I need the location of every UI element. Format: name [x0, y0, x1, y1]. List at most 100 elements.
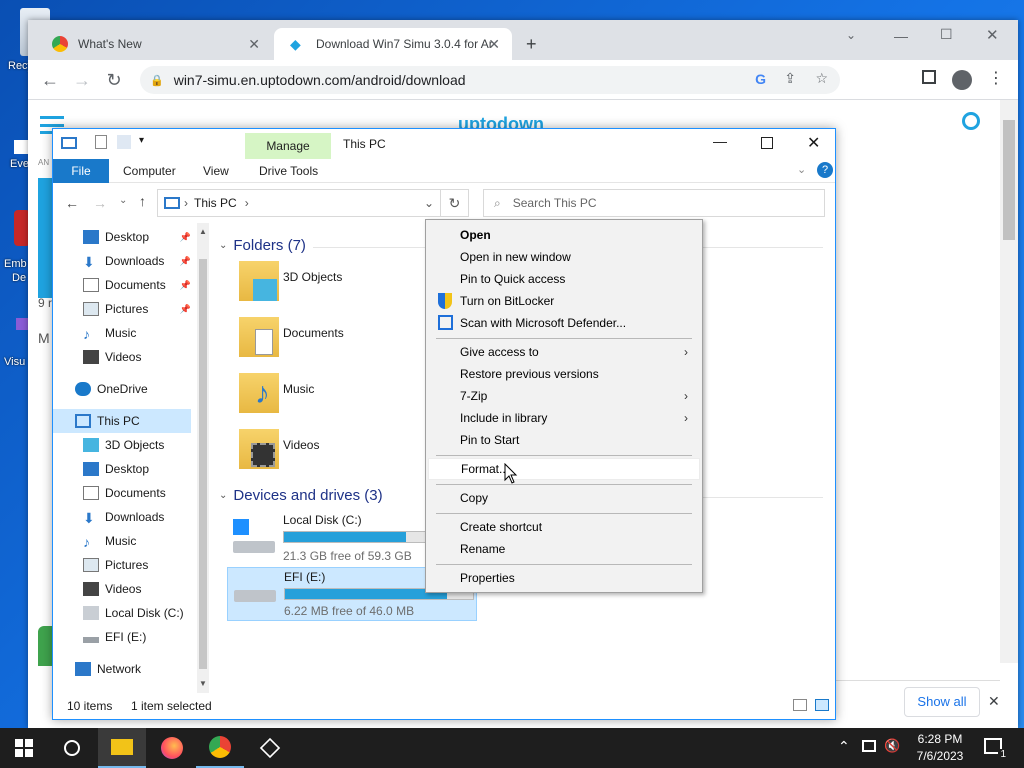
forward-icon[interactable]: →: [93, 195, 107, 211]
nav-item-downloads[interactable]: ⬇ Downloads 📌: [83, 249, 193, 273]
profile-avatar[interactable]: [952, 70, 972, 90]
volume-muted-icon[interactable]: 🔇: [884, 738, 900, 754]
qat-dropdown-icon[interactable]: ▾: [139, 135, 144, 146]
tab-drive-tools[interactable]: Drive Tools: [259, 159, 318, 183]
folder-label[interactable]: Documents: [283, 326, 344, 340]
close-window-icon[interactable]: ✕: [807, 133, 820, 153]
chevron-down-icon[interactable]: ⌄: [219, 240, 227, 251]
tab-whats-new[interactable]: What's New ✕: [36, 28, 272, 60]
menu-item-rename[interactable]: Rename: [428, 538, 700, 560]
new-folder-icon[interactable]: [117, 135, 131, 149]
folder-videos-icon[interactable]: [239, 429, 279, 469]
nav-item-music[interactable]: ♪ Music: [83, 321, 193, 345]
menu-kebab-icon[interactable]: ⋮: [988, 68, 1004, 88]
devices-group-header[interactable]: ⌄ Devices and drives (3): [219, 487, 383, 504]
maximize-icon[interactable]: [761, 137, 773, 149]
nav-item-pictures[interactable]: Pictures 📌: [83, 297, 193, 321]
nav-item-videos-pc[interactable]: Videos: [83, 577, 193, 601]
tab-computer[interactable]: Computer: [123, 159, 176, 183]
google-icon[interactable]: G: [755, 71, 766, 87]
nav-item-local-disk[interactable]: Local Disk (C:): [83, 601, 193, 625]
folder-label[interactable]: Music: [283, 382, 314, 396]
menu-item-pin-quick-access[interactable]: Pin to Quick access: [428, 268, 700, 290]
address-dropdown-icon[interactable]: ⌄: [424, 196, 434, 210]
tab-search-icon[interactable]: ⌄: [846, 28, 856, 42]
tab-uptodown[interactable]: ◆ Download Win7 Simu 3.0.4 for An ✕: [274, 28, 512, 60]
back-icon[interactable]: ←: [65, 195, 79, 211]
nav-item-documents[interactable]: Documents 📌: [83, 273, 193, 297]
tab-file[interactable]: File: [53, 159, 109, 183]
menu-item-defender-scan[interactable]: Scan with Microsoft Defender...: [428, 312, 700, 334]
nav-item-onedrive[interactable]: OneDrive: [75, 377, 193, 401]
folder-music-icon[interactable]: ♪: [239, 373, 279, 413]
breadcrumb[interactable]: This PC: [194, 196, 237, 210]
folder-documents-icon[interactable]: [239, 317, 279, 357]
pin-icon[interactable]: 📌: [180, 280, 191, 291]
nav-item-network[interactable]: Network: [75, 657, 193, 681]
address-bar[interactable]: 🔒 win7-simu.en.uptodown.com/android/down…: [140, 66, 840, 94]
tab-view[interactable]: View: [203, 159, 229, 183]
close-tab-icon[interactable]: ✕: [248, 36, 260, 53]
nav-item-efi[interactable]: EFI (E:): [83, 625, 193, 649]
nav-item-this-pc[interactable]: This PC: [53, 409, 191, 433]
pin-icon[interactable]: 📌: [180, 256, 191, 267]
help-icon[interactable]: ?: [817, 162, 833, 178]
new-tab-icon[interactable]: +: [526, 34, 537, 55]
pin-icon[interactable]: 📌: [180, 232, 191, 243]
taskbar-firefox[interactable]: [148, 728, 196, 768]
address-box[interactable]: › This PC › ⌄: [157, 189, 441, 217]
start-button[interactable]: [0, 728, 48, 768]
menu-item-format[interactable]: Format...: [428, 458, 700, 480]
taskbar-chrome[interactable]: [196, 728, 244, 768]
maximize-icon[interactable]: ☐: [940, 26, 953, 43]
close-download-bar-icon[interactable]: ✕: [988, 693, 1000, 710]
minimize-icon[interactable]: —: [713, 133, 727, 149]
recent-locations-icon[interactable]: ⌄: [119, 195, 127, 206]
folder-label[interactable]: Videos: [283, 438, 319, 452]
menu-item-open[interactable]: Open: [428, 224, 700, 246]
reload-icon[interactable]: ↻: [104, 70, 124, 90]
bookmark-star-icon[interactable]: ☆: [815, 70, 828, 87]
nav-item-documents-pc[interactable]: Documents: [83, 481, 193, 505]
folder-label[interactable]: 3D Objects: [283, 270, 342, 284]
folder-3d-objects-icon[interactable]: [239, 261, 279, 301]
nav-item-music-pc[interactable]: ♪ Music: [83, 529, 193, 553]
visual-studio-icon[interactable]: [16, 318, 28, 330]
pin-icon[interactable]: 📌: [180, 304, 191, 315]
chevron-right-icon[interactable]: ›: [184, 196, 188, 210]
close-tab-icon[interactable]: ✕: [488, 36, 500, 53]
nav-item-pictures-pc[interactable]: Pictures: [83, 553, 193, 577]
show-all-button[interactable]: Show all: [904, 687, 980, 717]
close-window-icon[interactable]: ✕: [986, 26, 999, 44]
taskbar-3d-viewer[interactable]: [246, 728, 294, 768]
menu-item-give-access[interactable]: Give access to ›: [428, 341, 700, 363]
minimize-icon[interactable]: —: [894, 28, 908, 44]
menu-item-copy[interactable]: Copy: [428, 487, 700, 509]
network-icon[interactable]: [862, 740, 876, 752]
search-input[interactable]: ⌕ Search This PC: [483, 189, 825, 217]
chevron-down-icon[interactable]: ⌄: [219, 490, 227, 501]
menu-item-include-library[interactable]: Include in library ›: [428, 407, 700, 429]
menu-item-bitlocker[interactable]: Turn on BitLocker: [428, 290, 700, 312]
nav-item-desktop[interactable]: Desktop 📌: [83, 225, 193, 249]
nav-item-desktop-pc[interactable]: Desktop: [83, 457, 193, 481]
up-icon[interactable]: ↑: [139, 193, 146, 209]
page-scrollbar[interactable]: [1000, 100, 1018, 663]
system-clock[interactable]: 6:28 PM 7/6/2023: [908, 731, 972, 765]
site-search-icon[interactable]: [962, 112, 980, 130]
chevron-right-icon[interactable]: ›: [245, 196, 249, 210]
refresh-icon[interactable]: ↻: [441, 189, 469, 217]
back-icon[interactable]: ←: [40, 70, 60, 90]
nav-scrollbar[interactable]: ▲ ▼: [197, 223, 209, 693]
nav-item-downloads-pc[interactable]: ⬇ Downloads: [83, 505, 193, 529]
menu-item-7zip[interactable]: 7-Zip ›: [428, 385, 700, 407]
search-button[interactable]: [48, 728, 96, 768]
nav-item-videos[interactable]: Videos: [83, 345, 193, 369]
expand-ribbon-icon[interactable]: ⌄: [797, 163, 806, 176]
menu-item-open-new-window[interactable]: Open in new window: [428, 246, 700, 268]
menu-item-create-shortcut[interactable]: Create shortcut: [428, 516, 700, 538]
menu-item-restore-versions[interactable]: Restore previous versions: [428, 363, 700, 385]
large-icons-view-icon[interactable]: [815, 699, 829, 711]
notification-center-button[interactable]: 1: [984, 738, 1008, 760]
shortcut-icon[interactable]: [14, 140, 28, 154]
